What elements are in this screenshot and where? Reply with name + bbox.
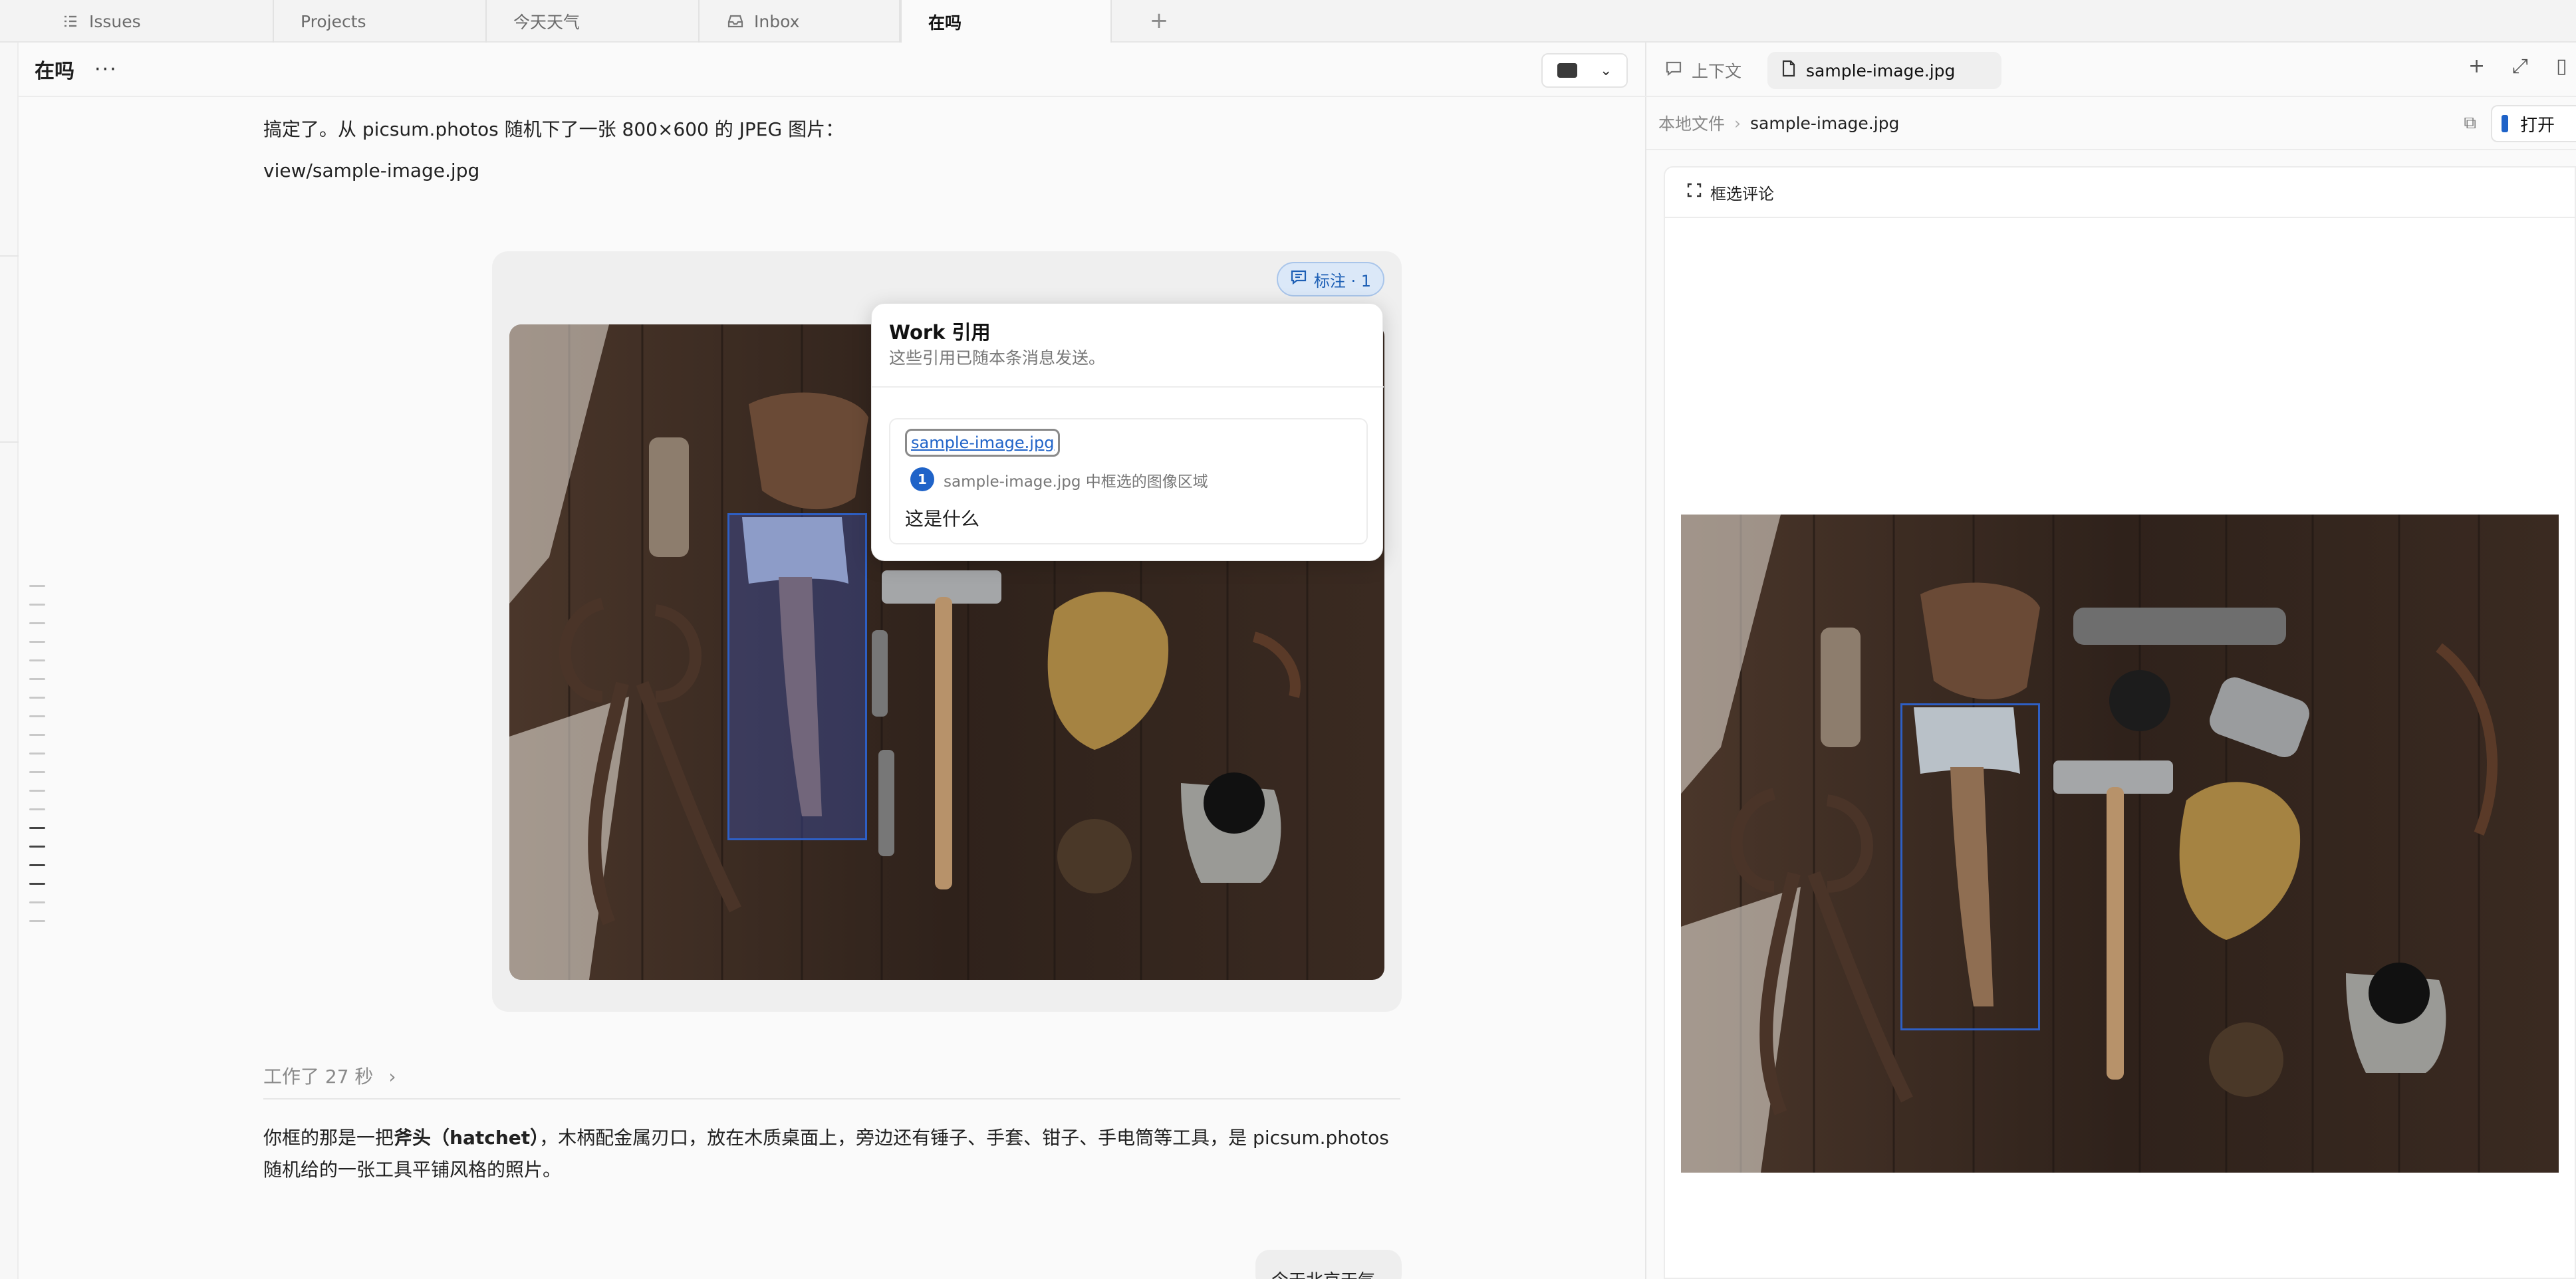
popover-subtitle: 这些引用已随本条消息发送。 (889, 348, 1106, 368)
comment-icon (1290, 269, 1307, 290)
answer-text: 你框的那是一把 (263, 1127, 394, 1149)
tab-label: 今天天气 (513, 13, 580, 32)
inbox-icon (726, 12, 745, 31)
assistant-answer: 你框的那是一把斧头（hatchet），木柄配金属刃口，放在木质桌面上，旁边还有锤… (263, 1122, 1407, 1186)
tab-inbox[interactable]: Inbox (700, 0, 900, 43)
strip-divider (0, 255, 19, 257)
preview-photo[interactable] (1681, 515, 2559, 1173)
scroll-minimap[interactable] (29, 585, 45, 939)
new-tab-button[interactable]: + (1142, 4, 1176, 37)
selection-box[interactable] (727, 513, 867, 840)
expand-icon[interactable]: ⤢ (2512, 55, 2528, 78)
tab-weather[interactable]: 今天天气 (487, 0, 700, 43)
breadcrumb-separator: › (1734, 113, 1741, 133)
add-icon[interactable]: + (2468, 55, 2485, 78)
user-message-bubble: 今天北京天气 (1255, 1250, 1402, 1279)
chevron-right-icon: › (388, 1066, 396, 1088)
tab-active-chat[interactable]: 在吗 (900, 0, 1112, 44)
strip-divider (0, 441, 19, 443)
reference-file-link[interactable]: sample-image.jpg (905, 429, 1061, 457)
chat-header: 在吗 ··· ⌄ (19, 43, 1646, 97)
copy-icon[interactable]: ⧉ (2464, 113, 2476, 134)
popover-divider (872, 386, 1384, 388)
references-popover: Work 引用 这些引用已随本条消息发送。 sample-image.jpg 1… (871, 303, 1384, 561)
reference-number-badge: 1 (910, 467, 934, 491)
model-icon (1557, 63, 1577, 78)
more-icon[interactable]: ··· (94, 58, 118, 81)
breadcrumb-file: sample-image.jpg (1750, 113, 1900, 133)
open-button[interactable]: 打开 (2491, 105, 2576, 142)
tab-projects[interactable]: Projects (274, 0, 487, 43)
list-icon (61, 12, 80, 31)
tab-file[interactable]: sample-image.jpg (1767, 52, 2002, 89)
annotation-badge[interactable]: 标注 · 1 (1277, 262, 1384, 296)
select-region-icon[interactable] (1686, 182, 1702, 202)
left-strip (0, 43, 19, 1279)
assistant-message-line: 搞定了。从 picsum.photos 随机下了一张 800×600 的 JPE… (263, 118, 844, 140)
tab-context[interactable]: 上下文 (1665, 52, 1741, 89)
chat-title: 在吗 (35, 60, 74, 83)
reference-question: 这是什么 (905, 508, 980, 530)
tab-label: Issues (89, 11, 141, 31)
open-button-label: 打开 (2520, 115, 2555, 136)
tab-label: Inbox (754, 11, 800, 31)
chevron-down-icon: ⌄ (1600, 62, 1612, 79)
region-comment-label[interactable]: 框选评论 (1710, 181, 1774, 204)
tab-context-label: 上下文 (1692, 62, 1742, 81)
selection-box[interactable] (1900, 703, 2040, 1030)
app-icon (2502, 115, 2508, 132)
file-path-text: view/sample-image.jpg (263, 160, 480, 181)
breadcrumb: 本地文件 › sample-image.jpg ⧉ 打开 (1646, 97, 2576, 150)
worked-label: 工作了 27 秒 (263, 1066, 374, 1088)
model-selector[interactable]: ⌄ (1541, 53, 1628, 88)
annotation-badge-label: 标注 · 1 (1313, 271, 1372, 291)
chat-icon (1665, 60, 1682, 81)
breadcrumb-root[interactable]: 本地文件 (1658, 111, 1725, 135)
tab-file-label: sample-image.jpg (1806, 60, 1956, 80)
tab-bar: Issues Projects 今天天气 Inbox 在吗 + (0, 0, 2576, 44)
tab-issues[interactable]: Issues (35, 0, 274, 43)
file-icon (1781, 60, 1797, 81)
preview-tabs: 上下文 sample-image.jpg + ⤢ ▯ (1646, 43, 2576, 97)
worked-duration[interactable]: 工作了 27 秒 › (263, 1062, 396, 1089)
answer-bold-text: 斧头（hatchet） (394, 1127, 540, 1149)
message-divider (263, 1098, 1400, 1100)
tab-label: Projects (301, 11, 366, 31)
tab-label: 在吗 (928, 13, 962, 33)
popover-title: Work 引用 (889, 321, 991, 344)
reference-description: sample-image.jpg 中框选的图像区域 (944, 473, 1208, 491)
viewer-toolbar: 框选评论 (1665, 168, 2576, 218)
reference-item: sample-image.jpg 1 sample-image.jpg 中框选的… (889, 418, 1368, 544)
sidebar-toggle-icon[interactable]: ▯ (2556, 55, 2567, 78)
